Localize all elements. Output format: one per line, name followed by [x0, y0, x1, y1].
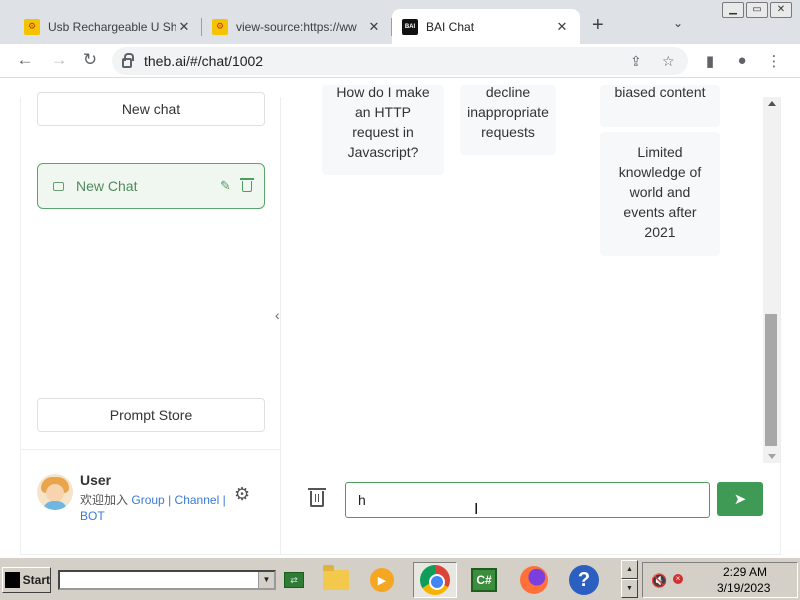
start-label: Start	[22, 573, 50, 587]
send-button[interactable]: ➤	[717, 482, 763, 516]
start-button[interactable]: Start	[2, 567, 51, 593]
tab-title: Usb Rechargeable U Sh	[48, 19, 176, 34]
close-tab-icon[interactable]: ✕	[366, 19, 382, 35]
collapse-sidebar-icon[interactable]: ‹	[275, 307, 280, 323]
csharp-icon[interactable]: C#	[466, 562, 502, 598]
taskbar: Start ▼ ⇄ ▶ C# ? ▲ ▼ 🔇 × 2:29 AM 3/19/20…	[0, 556, 800, 600]
address-combo[interactable]: ▼	[58, 570, 276, 590]
browser-tab[interactable]: ⚙ view-source:https://ww ✕	[202, 9, 392, 44]
bai-favicon-icon: BAI	[402, 18, 418, 35]
scrollbar-thumb[interactable]	[765, 314, 777, 446]
new-tab-icon[interactable]: +	[592, 15, 604, 35]
address-bar[interactable]: theb.ai/#/chat/1002	[112, 47, 688, 75]
close-tab-icon[interactable]: ✕	[176, 19, 192, 35]
lock-icon	[122, 53, 134, 68]
chevron-down-icon[interactable]: ⌄	[673, 16, 683, 30]
sidebar: New chat New Chat ✎ Prompt Store User 欢迎…	[20, 92, 281, 555]
capability-card[interactable]: decline inappropriate requests	[460, 84, 556, 155]
trash-icon[interactable]	[308, 488, 326, 507]
edit-icon[interactable]: ✎	[220, 178, 231, 194]
network-error-icon[interactable]: ×	[673, 574, 683, 584]
restore-icon[interactable]: ▭	[746, 2, 768, 18]
settings-icon[interactable]: ⚙	[234, 484, 250, 505]
scroll-up-icon[interactable]	[768, 101, 776, 106]
browser-tab-active[interactable]: BAI BAI Chat ✕	[392, 9, 580, 44]
link-separator: |	[222, 493, 226, 507]
back-icon[interactable]: ←	[14, 50, 36, 70]
delete-icon[interactable]	[240, 178, 254, 192]
close-tab-icon[interactable]: ✕	[554, 19, 570, 35]
link-separator: |	[168, 493, 172, 507]
tab-title: BAI Chat	[426, 19, 475, 34]
help-icon[interactable]: ?	[566, 562, 602, 598]
share-icon[interactable]: ⇪	[630, 53, 642, 70]
prompt-store-button[interactable]: Prompt Store	[37, 398, 265, 432]
clock-date: 3/19/2023	[717, 581, 771, 595]
browser-tab-strip: ⚙ Usb Rechargeable U Sh ✕ ⚙ view-source:…	[0, 0, 800, 44]
limitation-card[interactable]: Limited knowledge of world and events af…	[600, 132, 720, 256]
composer: I ➤	[282, 461, 780, 555]
side-panel-icon[interactable]: ▮	[700, 52, 720, 70]
scroll-down-icon[interactable]: ▼	[621, 579, 638, 598]
window-controls: ▁ ▭ ✕	[722, 2, 792, 18]
url-text: theb.ai/#/chat/1002	[144, 53, 264, 69]
chat-list-item[interactable]: New Chat ✎	[37, 163, 265, 209]
chevron-down-icon[interactable]: ▼	[258, 572, 274, 588]
limitation-card[interactable]: biased content	[600, 84, 720, 127]
scroll-down-icon[interactable]	[768, 454, 776, 459]
join-text: 欢迎加入 Group | Channel | BOT	[80, 492, 232, 524]
clock-time: 2:29 AM	[723, 565, 768, 579]
tab-title: view-source:https://ww	[236, 19, 357, 34]
media-player-icon[interactable]: ▶	[364, 562, 400, 598]
user-name: User	[80, 472, 112, 488]
scroll-up-icon[interactable]: ▲	[621, 560, 638, 579]
system-tray: 🔇 × 2:29 AM 3/19/2023	[642, 562, 798, 598]
user-panel: User 欢迎加入 Group | Channel | BOT ⚙	[20, 450, 281, 540]
text-cursor-icon: I	[474, 501, 479, 518]
chat-scrollbar[interactable]	[763, 97, 780, 463]
gear-favicon-icon: ⚙	[24, 18, 40, 35]
channel-link[interactable]: Channel	[175, 493, 220, 507]
firefox-icon[interactable]	[516, 562, 552, 598]
browser-toolbar: ← → ↻ theb.ai/#/chat/1002 ⇪ ☆ ▮ ● ⋮	[0, 44, 800, 78]
browser-tab[interactable]: ⚙ Usb Rechargeable U Sh ✕	[14, 9, 202, 44]
taskbar-scroller[interactable]: ▲ ▼	[621, 560, 638, 598]
menu-icon[interactable]: ⋮	[764, 52, 784, 70]
page: New chat New Chat ✎ Prompt Store User 欢迎…	[0, 79, 800, 555]
bot-link[interactable]: BOT	[80, 509, 105, 523]
group-link[interactable]: Group	[131, 493, 164, 507]
send-icon: ➤	[733, 491, 747, 508]
folder-icon[interactable]	[318, 562, 354, 598]
new-chat-button[interactable]: New chat	[37, 92, 265, 126]
close-window-icon[interactable]: ✕	[770, 2, 792, 18]
reload-icon[interactable]: ↻	[79, 50, 101, 70]
chat-bubble-icon	[53, 181, 64, 191]
example-card[interactable]: How do I make an HTTP request in Javascr…	[322, 84, 444, 175]
network-icon[interactable]: ⇄	[276, 562, 312, 598]
gear-favicon-icon: ⚙	[212, 18, 228, 35]
minimize-icon[interactable]: ▁	[722, 2, 744, 18]
message-input[interactable]	[345, 482, 710, 518]
profile-icon[interactable]: ●	[732, 52, 752, 69]
forward-icon[interactable]: →	[48, 50, 70, 70]
chrome-icon[interactable]	[413, 562, 457, 598]
chat-title: New Chat	[76, 178, 138, 194]
volume-muted-icon[interactable]: 🔇	[651, 573, 667, 589]
star-icon[interactable]: ☆	[662, 53, 675, 70]
windows-logo-icon	[5, 572, 20, 588]
join-label: 欢迎加入	[80, 493, 129, 507]
avatar	[37, 474, 73, 510]
